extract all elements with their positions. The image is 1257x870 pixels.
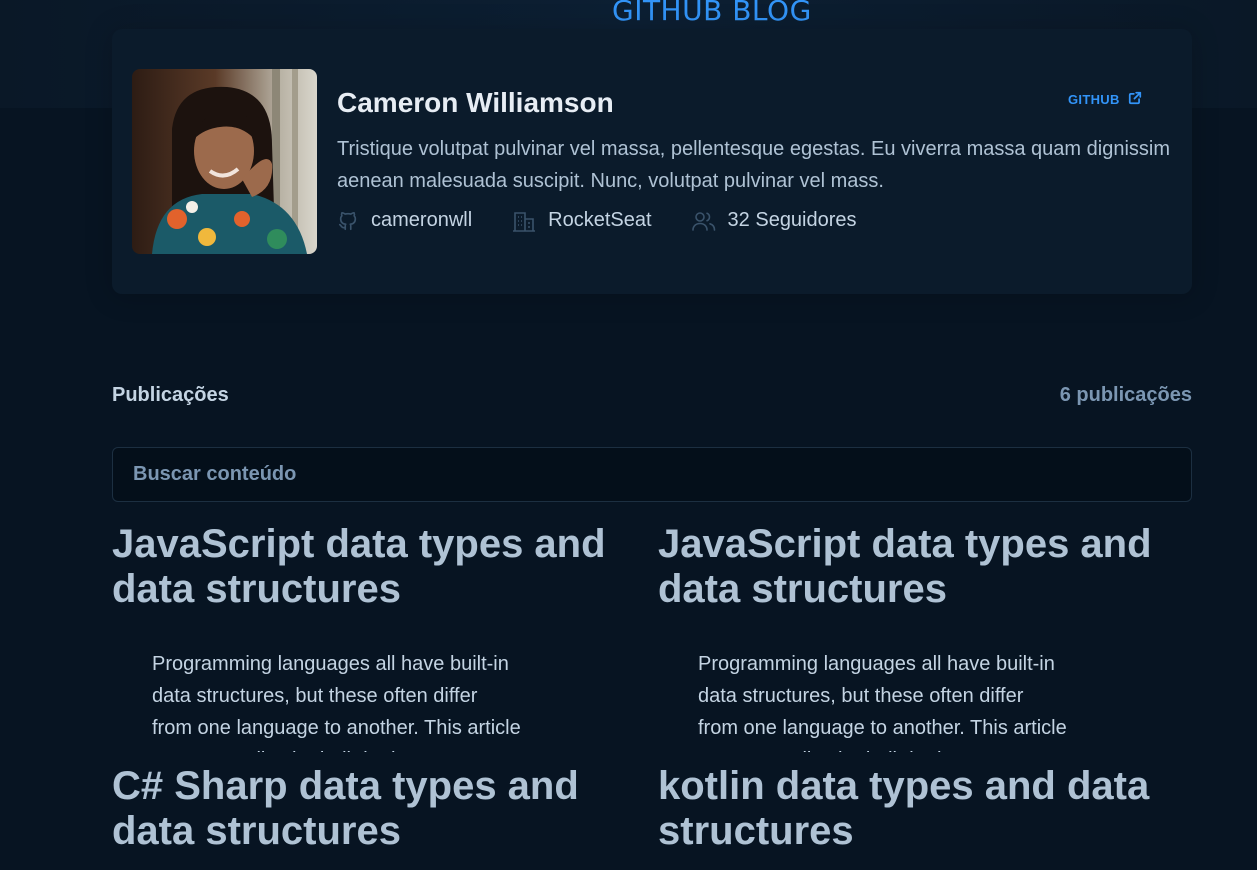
post-excerpt: Programming languages all have built-in … bbox=[698, 653, 1067, 752]
github-link-label: GITHUB bbox=[1068, 92, 1120, 107]
profile-company: RocketSeat bbox=[512, 209, 652, 232]
github-icon bbox=[337, 210, 359, 232]
search-input[interactable] bbox=[112, 447, 1192, 502]
post-card[interactable]: JavaScript data types and data structure… bbox=[658, 522, 1178, 752]
post-card[interactable]: JavaScript data types and data structure… bbox=[112, 522, 632, 752]
site-logo[interactable]: GITHUB BLOG bbox=[612, 0, 812, 27]
profile-bio: Tristique volutpat pulvinar vel massa, p… bbox=[337, 138, 1170, 192]
profile-avatar bbox=[132, 69, 317, 254]
post-title: JavaScript data types and data structure… bbox=[658, 522, 1152, 611]
external-link-icon bbox=[1128, 91, 1142, 108]
profile-name: Cameron Williamson bbox=[337, 87, 614, 118]
post-card[interactable]: C# Sharp data types and data structures bbox=[112, 764, 632, 870]
github-link[interactable]: GITHUB bbox=[1068, 91, 1142, 108]
post-excerpt: Programming languages all have built-in … bbox=[152, 653, 521, 752]
building-icon bbox=[512, 210, 536, 232]
post-title: kotlin data types and data structures bbox=[658, 764, 1150, 853]
publications-title: Publicações bbox=[112, 384, 229, 406]
publications-count: 6 publicações bbox=[1059, 384, 1192, 406]
post-title: JavaScript data types and data structure… bbox=[112, 522, 606, 611]
followers-text: 32 Seguidores bbox=[727, 209, 857, 231]
users-icon bbox=[691, 210, 716, 232]
profile-followers: 32 Seguidores bbox=[691, 209, 857, 232]
profile-username: cameronwll bbox=[337, 209, 472, 232]
profile-meta: cameronwll RocketSeat 32 Seguidores bbox=[337, 209, 857, 232]
post-title: C# Sharp data types and data structures bbox=[112, 764, 579, 853]
company-text: RocketSeat bbox=[548, 209, 652, 231]
username-text: cameronwll bbox=[371, 209, 473, 231]
profile-card: Cameron Williamson GITHUB Tristique volu… bbox=[112, 29, 1192, 294]
post-card[interactable]: kotlin data types and data structures bbox=[658, 764, 1178, 870]
